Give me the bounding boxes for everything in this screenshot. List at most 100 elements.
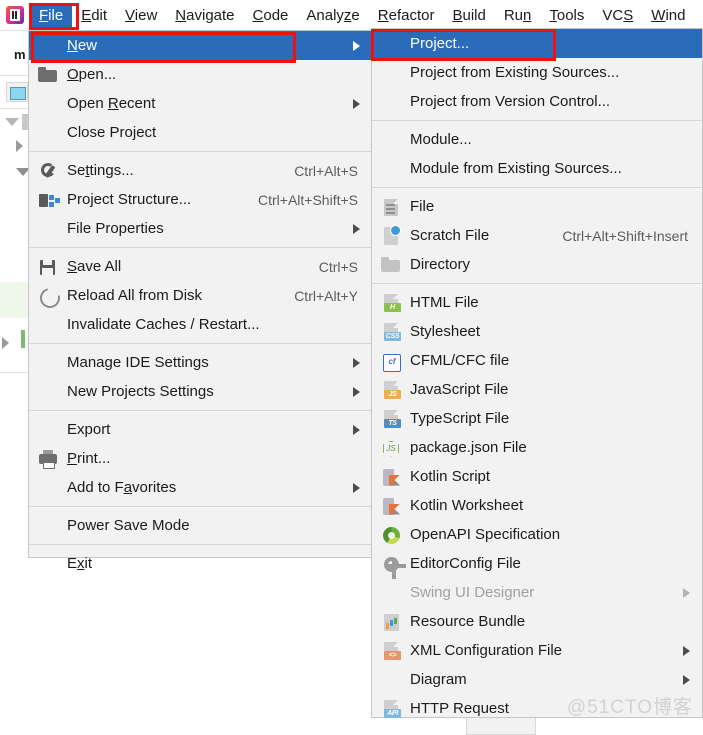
menu-item-label: Kotlin Worksheet — [410, 497, 524, 514]
expand-arrow-icon — [2, 337, 9, 349]
menubar-item-label: Refactor — [377, 6, 435, 24]
menubar-item-label: Analyze — [306, 6, 360, 24]
menu-item-project-structure[interactable]: Project Structure... Ctrl+Alt+Shift+S — [29, 185, 372, 214]
menu-item-new[interactable]: New — [29, 31, 372, 60]
menu-item-label: Export — [67, 421, 111, 438]
menu-item-open[interactable]: Open... — [29, 60, 372, 89]
menu-item-http-request[interactable]: API HTTP Request — [372, 694, 702, 723]
menu-item-shortcut: Ctrl+Alt+S — [294, 162, 358, 179]
no-icon — [37, 515, 59, 537]
menu-item-reload-all-from-disk[interactable]: Reload All from Disk Ctrl+Alt+Y — [29, 281, 372, 312]
menu-item-label: Print... — [67, 450, 111, 467]
menu-item-scratch-file[interactable]: Scratch File Ctrl+Alt+Shift+Insert — [372, 221, 702, 250]
menu-item-html-file[interactable]: H HTML File — [372, 288, 702, 317]
menu-item-file-properties[interactable]: File Properties — [29, 214, 372, 243]
resource-bundle-icon — [380, 611, 402, 633]
no-icon — [380, 62, 402, 84]
menu-item-module-from-existing-sources[interactable]: Module from Existing Sources... — [372, 154, 702, 183]
menu-item-label: JavaScript File — [410, 381, 509, 398]
bg-divider — [0, 108, 28, 109]
menu-item-shortcut: Ctrl+Alt+Shift+Insert — [562, 227, 688, 244]
menu-item-label: File — [410, 198, 435, 215]
menubar-item-code[interactable]: Code — [244, 4, 298, 27]
menu-item-project[interactable]: Project... — [372, 29, 702, 58]
menu-item-new-projects-settings[interactable]: New Projects Settings — [29, 377, 372, 406]
menu-item-save-all[interactable]: Save All Ctrl+S — [29, 252, 372, 281]
save-icon — [37, 256, 59, 278]
menubar-item-wind[interactable]: Wind — [642, 4, 694, 27]
file-menu-popup[interactable]: New Open... Open Recent Close Project Settin… — [28, 30, 373, 572]
menu-item-label: Invalidate Caches / Restart... — [67, 316, 260, 333]
menu-item-stylesheet[interactable]: CSS Stylesheet — [372, 317, 702, 346]
menu-item-label: New Projects Settings — [67, 383, 214, 400]
menu-item-label: New — [67, 37, 98, 54]
menubar-item-label: Run — [503, 6, 532, 24]
no-icon — [380, 669, 402, 691]
menu-item-resource-bundle[interactable]: Resource Bundle — [372, 607, 702, 636]
menubar-item-label: Build — [452, 6, 486, 24]
menu-item-close-project[interactable]: Close Project — [29, 118, 372, 147]
menu-item-directory[interactable]: Directory — [372, 250, 702, 279]
menu-item-invalidate-caches-restart[interactable]: Invalidate Caches / Restart... — [29, 310, 372, 339]
menu-separator — [372, 120, 702, 121]
menu-item-kotlin-worksheet[interactable]: Kotlin Worksheet — [372, 491, 702, 520]
menu-item-label: Kotlin Script — [410, 468, 491, 485]
menu-item-power-save-mode[interactable]: Power Save Mode — [29, 511, 372, 540]
menubar-item-refactor[interactable]: Refactor — [369, 4, 444, 27]
new-submenu-popup[interactable]: Project... Project from Existing Sources.… — [371, 28, 703, 718]
menu-item-shortcut: Ctrl+Alt+Shift+S — [258, 191, 358, 208]
menu-item-openapi-specification[interactable]: OpenAPI Specification — [372, 520, 702, 549]
menu-item-label: Scratch File — [410, 227, 490, 244]
menubar-item-run[interactable]: Run — [495, 4, 541, 27]
menubar-item-navigate[interactable]: Navigate — [166, 4, 243, 27]
intellij-idea-icon — [6, 6, 24, 24]
menu-item-project-from-version-control[interactable]: Project from Version Control... — [372, 87, 702, 116]
menu-item-kotlin-script[interactable]: Kotlin Script — [372, 462, 702, 491]
menu-item-diagram[interactable]: Diagram — [372, 665, 702, 694]
submenu-arrow-icon — [353, 386, 360, 397]
js-file-icon: JS — [380, 379, 402, 401]
menu-item-package-json-file[interactable]: JS package.json File — [372, 433, 702, 462]
menubar-item-edit[interactable]: Edit — [72, 4, 116, 27]
menu-bar[interactable]: File Edit View Navigate Code Analyze Refactor B… — [0, 0, 703, 30]
menu-item-export[interactable]: Export — [29, 415, 372, 444]
menu-item-xml-configuration-file[interactable]: <> XML Configuration File — [372, 636, 702, 665]
menu-item-editorconfig-file[interactable]: EditorConfig File — [372, 549, 702, 579]
menu-separator — [372, 283, 702, 284]
no-icon — [380, 91, 402, 113]
menu-item-label: Project... — [410, 35, 470, 52]
menu-item-open-recent[interactable]: Open Recent — [29, 89, 372, 118]
menubar-item-view[interactable]: View — [116, 4, 166, 27]
menu-item-label: Swing UI Designer — [410, 584, 535, 601]
menubar-item-build[interactable]: Build — [443, 4, 494, 27]
menu-item-project-from-existing-sources[interactable]: Project from Existing Sources... — [372, 58, 702, 87]
menu-item-typescript-file[interactable]: TS TypeScript File — [372, 404, 702, 433]
menu-separator — [29, 247, 372, 248]
menu-separator — [29, 343, 372, 344]
menu-item-module[interactable]: Module... — [372, 125, 702, 154]
menu-separator — [29, 151, 372, 152]
menubar-item-label: VCS — [602, 6, 634, 24]
submenu-arrow-icon — [683, 587, 690, 598]
menubar-item-analyze[interactable]: Analyze — [297, 4, 368, 27]
menu-item-label: Settings... — [67, 162, 134, 179]
menubar-item-label: Wind — [651, 6, 686, 24]
gear-icon — [380, 553, 406, 579]
menubar-item-label: Tools — [549, 6, 585, 24]
menu-item-print[interactable]: Print... — [29, 444, 372, 473]
menu-separator — [29, 544, 372, 545]
menu-item-label: Reload All from Disk — [67, 287, 203, 304]
menu-item-cfml-cfc-file[interactable]: cf CFML/CFC file — [372, 346, 702, 375]
menu-item-exit[interactable]: Exit — [29, 549, 372, 578]
menu-item-manage-ide-settings[interactable]: Manage IDE Settings — [29, 348, 372, 377]
no-icon — [37, 477, 59, 499]
menubar-item-vcs[interactable]: VCS — [593, 4, 642, 27]
menubar-item-file[interactable]: File — [30, 3, 73, 27]
menu-item-label: Power Save Mode — [67, 517, 190, 534]
menu-item-file[interactable]: File — [372, 192, 702, 221]
menu-item-javascript-file[interactable]: JS JavaScript File — [372, 375, 702, 404]
menu-item-settings[interactable]: Settings... Ctrl+Alt+S — [29, 156, 372, 185]
menu-item-add-to-favorites[interactable]: Add to Favorites — [29, 473, 372, 502]
menubar-item-tools[interactable]: Tools — [540, 4, 593, 27]
no-icon — [37, 419, 59, 441]
